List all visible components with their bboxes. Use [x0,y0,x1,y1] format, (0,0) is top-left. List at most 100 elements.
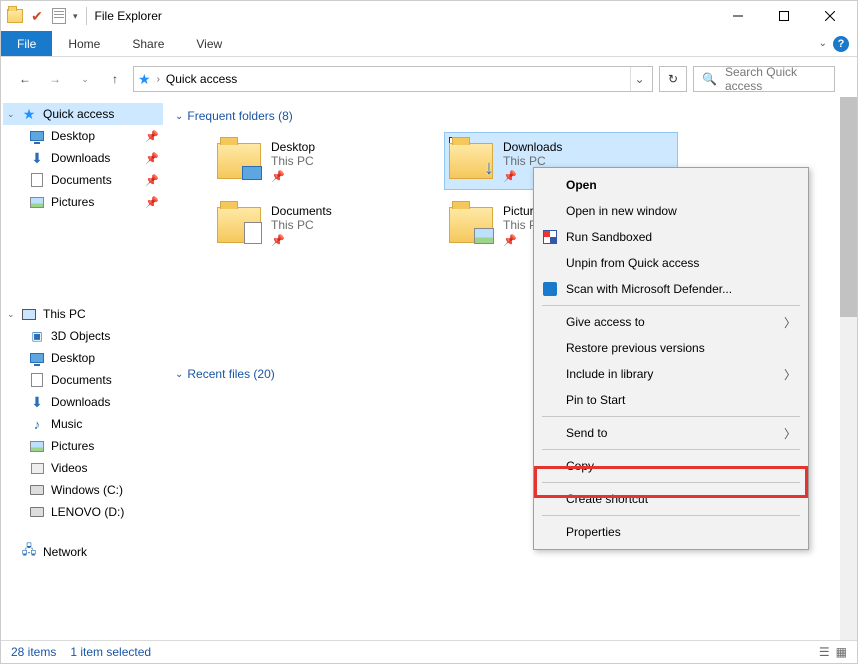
sidebar-item-videos[interactable]: Videos [3,457,163,479]
folder-tile-desktop[interactable]: DesktopThis PC📌 [213,133,445,189]
search-icon: 🔍 [702,72,717,86]
separator [542,515,800,516]
folder-icon: ↓ [449,143,493,179]
refresh-button[interactable]: ↻ [659,66,687,92]
ctx-scan-defender[interactable]: Scan with Microsoft Defender... [536,276,806,302]
desktop-icon [29,350,45,366]
ctx-open-new-window[interactable]: Open in new window [536,198,806,224]
pin-icon: 📌 [145,130,159,143]
tab-share[interactable]: Share [116,31,180,56]
sidebar-item-3d-objects[interactable]: ▣3D Objects [3,325,163,347]
address-bar[interactable]: ★ › Quick access ⌄ [133,66,653,92]
folder-tile-documents[interactable]: DocumentsThis PC📌 [213,197,445,253]
ctx-unpin[interactable]: Unpin from Quick access [536,250,806,276]
search-placeholder: Search Quick access [725,65,826,93]
maximize-button[interactable] [761,1,807,31]
sidebar-item-this-pc[interactable]: ⌄This PC [3,303,163,325]
sidebar-item-desktop[interactable]: Desktop📌 [3,125,163,147]
nav-forward-button[interactable]: → [43,67,67,91]
status-item-count: 28 items [11,645,56,659]
ctx-run-sandboxed[interactable]: Run Sandboxed [536,224,806,250]
ctx-create-shortcut[interactable]: Create shortcut [536,486,806,512]
navigation-pane: ⌄ ★ Quick access Desktop📌 ⬇Downloads📌 Do… [1,97,165,657]
close-button[interactable] [807,1,853,31]
pictures-icon [29,438,45,454]
properties-check-icon[interactable]: ✔ [27,6,47,26]
address-text[interactable]: Quick access [166,72,624,86]
frequent-folders-header[interactable]: ⌄ Frequent folders (8) [175,109,847,123]
pc-icon [21,306,37,322]
nav-back-button[interactable]: ← [13,67,37,91]
download-icon: ⬇ [29,150,45,166]
drive-icon [29,482,45,498]
ctx-copy[interactable]: Copy [536,453,806,479]
pictures-icon [29,194,45,210]
title-bar: ✔ ▾ File Explorer [1,1,857,31]
help-icon[interactable]: ? [833,36,849,52]
nav-history-dropdown[interactable]: ⌄ [73,67,97,91]
tab-view[interactable]: View [180,31,238,56]
ribbon-expand-icon[interactable]: ⌄ [819,38,827,49]
navigation-bar: ← → ⌄ ↑ ★ › Quick access ⌄ ↻ 🔍 Search Qu… [5,61,853,97]
collapse-icon[interactable]: ⌄ [175,369,183,380]
star-icon: ★ [21,106,37,122]
separator [542,416,800,417]
submenu-arrow-icon: 〉 [784,425,796,442]
sidebar-item-network[interactable]: 🖧Network [3,541,163,563]
network-icon: 🖧 [21,544,37,560]
view-details-icon[interactable]: ☰ [819,645,830,659]
collapse-icon[interactable]: ⌄ [7,109,15,120]
sidebar-item-pictures[interactable]: Pictures📌 [3,191,163,213]
scrollbar-thumb[interactable] [840,97,857,317]
sidebar-item-downloads[interactable]: ⬇Downloads📌 [3,147,163,169]
pin-icon: 📌 [271,170,315,183]
documents-icon [29,172,45,188]
videos-icon [29,460,45,476]
ctx-open[interactable]: Open [536,172,806,198]
sidebar-item-drive-c[interactable]: Windows (C:) [3,479,163,501]
chevron-right-icon: › [157,74,160,85]
ctx-properties[interactable]: Properties [536,519,806,545]
drive-icon [29,504,45,520]
ctx-include-library[interactable]: Include in library〉 [536,361,806,387]
sidebar-item-pictures-pc[interactable]: Pictures [3,435,163,457]
ctx-pin-start[interactable]: Pin to Start [536,387,806,413]
window-title: File Explorer [95,9,162,23]
sidebar-item-desktop-pc[interactable]: Desktop [3,347,163,369]
view-tiles-icon[interactable]: ▦ [836,645,847,659]
sidebar-item-drive-d[interactable]: LENOVO (D:) [3,501,163,523]
quick-access-star-icon: ★ [138,71,151,88]
ctx-send-to[interactable]: Send to〉 [536,420,806,446]
sidebar-item-quick-access[interactable]: ⌄ ★ Quick access [3,103,163,125]
sidebar-item-downloads-pc[interactable]: ⬇Downloads [3,391,163,413]
minimize-button[interactable] [715,1,761,31]
sidebar-item-documents[interactable]: Documents📌 [3,169,163,191]
qat-dropdown-icon[interactable]: ▾ [73,11,78,22]
search-box[interactable]: 🔍 Search Quick access [693,66,835,92]
sidebar-label: Quick access [43,107,114,121]
address-dropdown-icon[interactable]: ⌄ [630,67,648,91]
sidebar-item-documents-pc[interactable]: Documents [3,369,163,391]
status-selection: 1 item selected [70,645,151,659]
tab-file[interactable]: File [1,31,52,56]
ctx-restore-versions[interactable]: Restore previous versions [536,335,806,361]
pin-icon: 📌 [145,174,159,187]
folder-icon [217,207,261,243]
separator [542,305,800,306]
nav-up-button[interactable]: ↑ [103,67,127,91]
expand-icon[interactable]: ⌄ [7,309,15,320]
vertical-scrollbar[interactable] [840,97,857,640]
context-menu: Open Open in new window Run Sandboxed Un… [533,167,809,550]
ribbon-tabs: File Home Share View ⌄ ? [1,31,857,57]
ctx-give-access[interactable]: Give access to〉 [536,309,806,335]
sidebar-item-music[interactable]: ♪Music [3,413,163,435]
music-icon: ♪ [29,416,45,432]
download-icon: ⬇ [29,394,45,410]
collapse-icon[interactable]: ⌄ [175,111,183,122]
sandbox-icon [542,229,558,245]
new-doc-icon[interactable] [49,6,69,26]
folder-icon [217,143,261,179]
folder-icon [5,6,25,26]
quick-access-toolbar: ✔ ▾ [5,6,78,26]
tab-home[interactable]: Home [52,31,116,56]
